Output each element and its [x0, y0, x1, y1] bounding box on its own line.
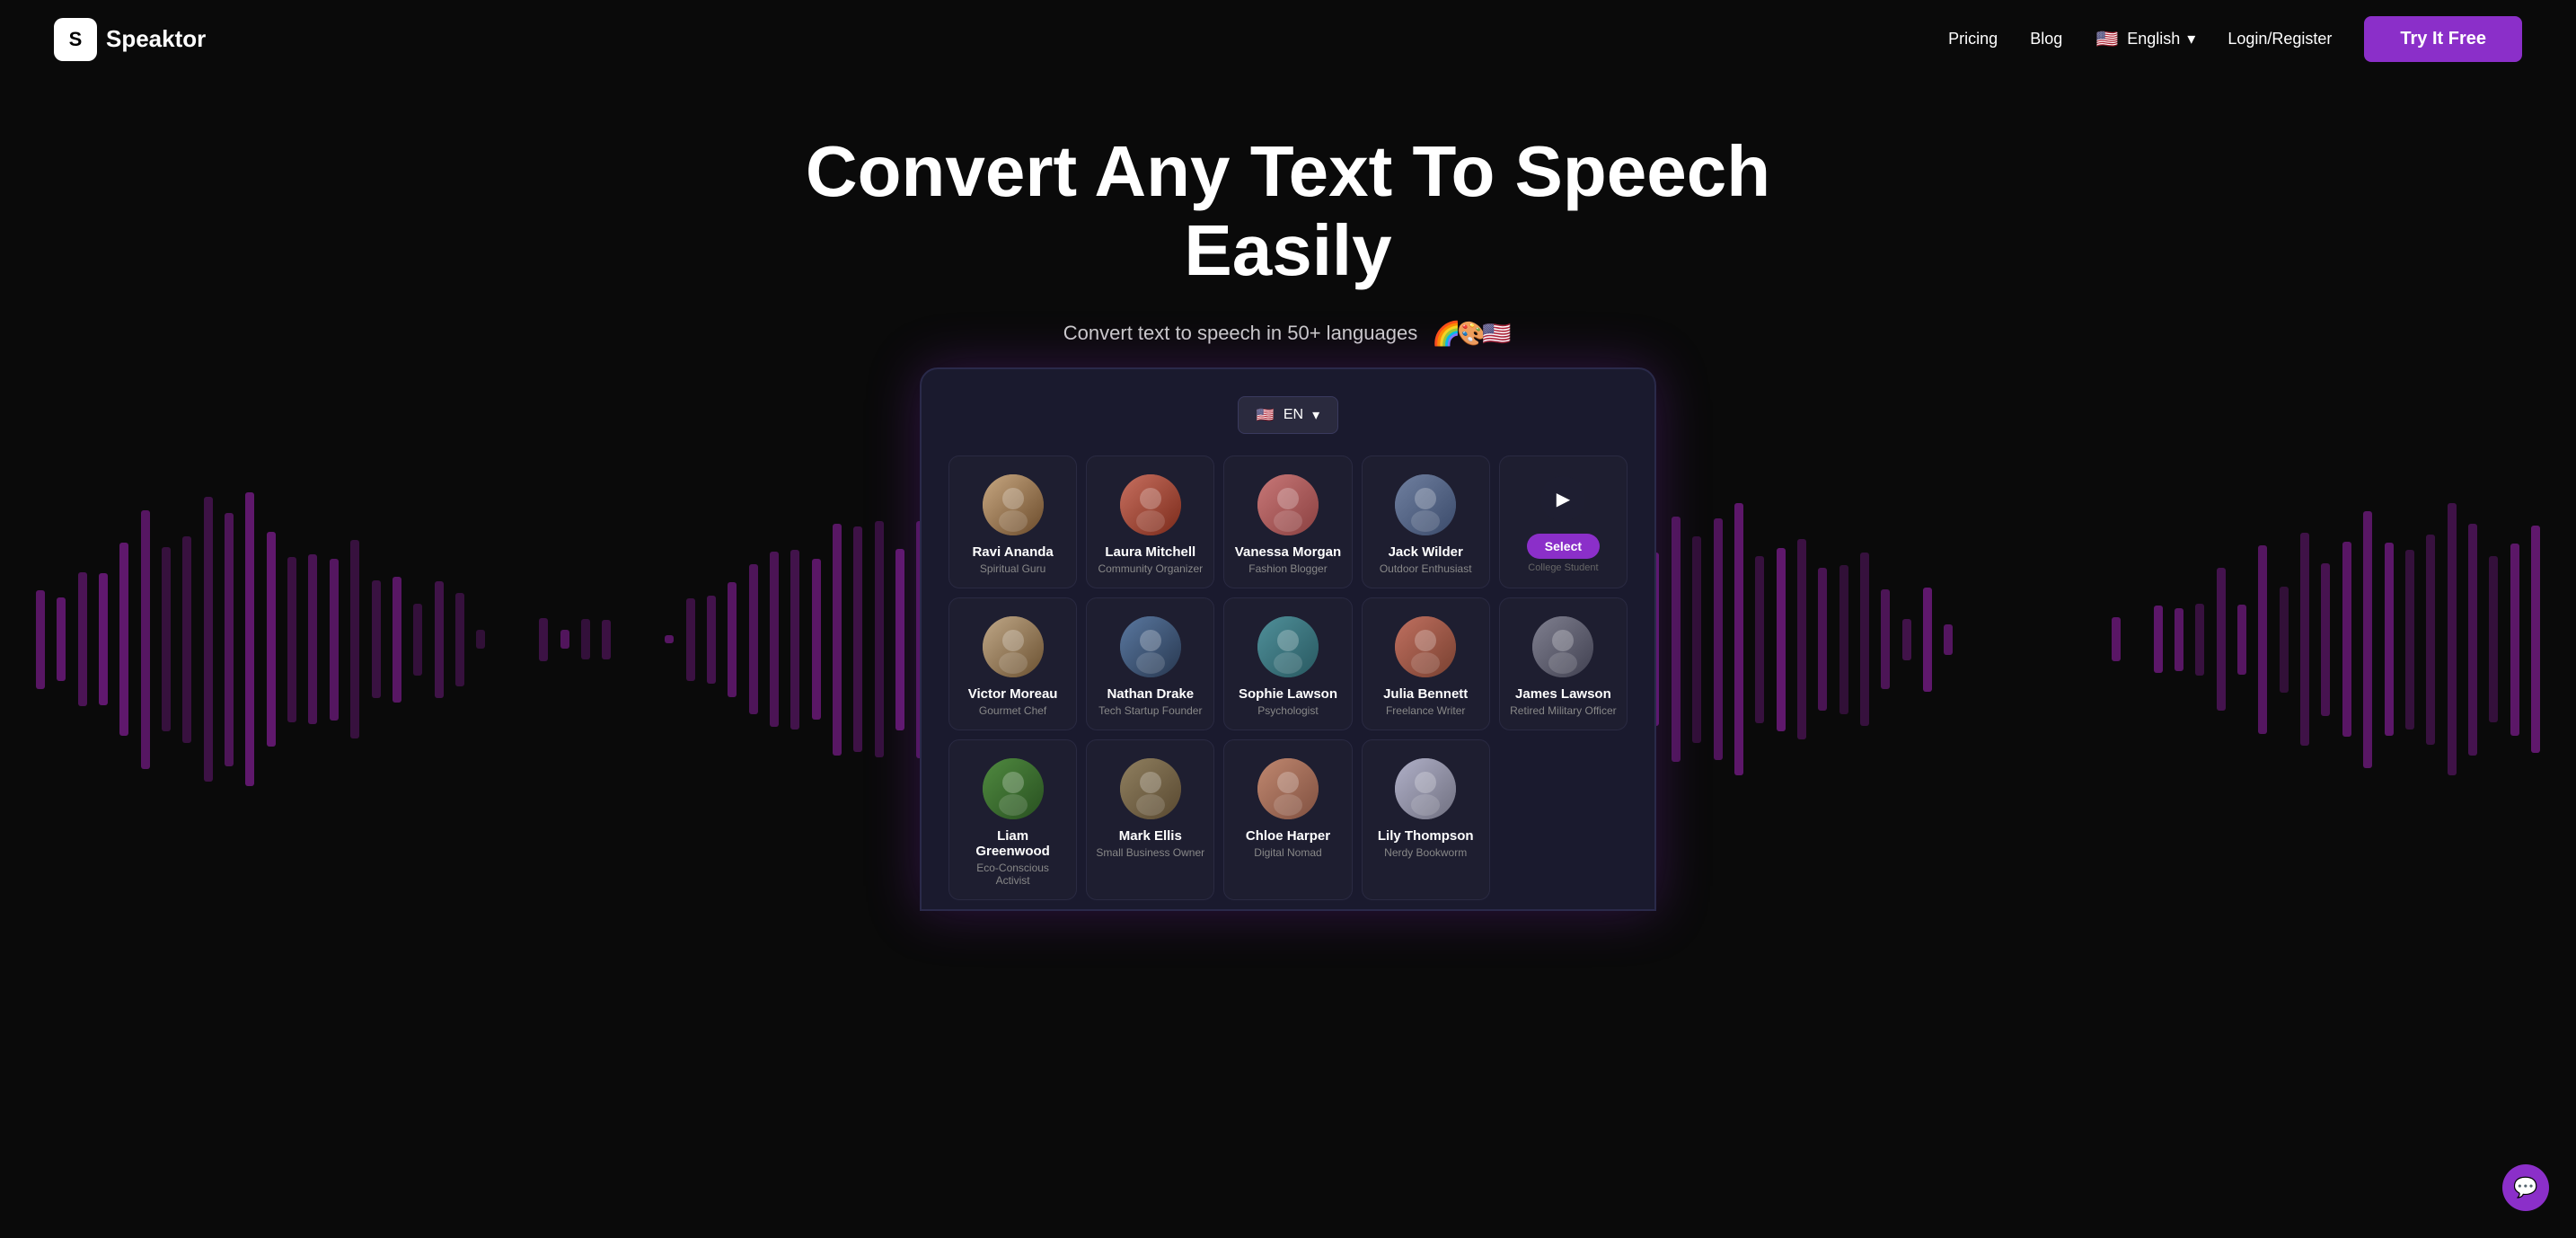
hero-section: Convert Any Text To Speech Easily Conver…: [0, 78, 2576, 349]
avatar-liam: [983, 758, 1044, 819]
chevron-down-icon: ▾: [2187, 30, 2195, 49]
select-card-label: College Student: [1528, 562, 1598, 573]
language-selector[interactable]: 🇺🇸 English ▾: [2095, 27, 2195, 52]
voice-role-mark: Small Business Owner: [1096, 846, 1204, 859]
chat-icon: 💬: [2513, 1176, 2537, 1199]
avatar-lily: [1395, 758, 1456, 819]
voice-card-lily[interactable]: Lily Thompson Nerdy Bookworm: [1362, 739, 1490, 900]
chat-bubble[interactable]: 💬: [2502, 1164, 2549, 1211]
voice-name-vanessa: Vanessa Morgan: [1233, 544, 1342, 560]
voice-card-ravi[interactable]: Ravi Ananda Spiritual Guru: [948, 455, 1077, 588]
nav-pricing[interactable]: Pricing: [1948, 30, 1998, 49]
avatar-victor: [983, 616, 1044, 677]
navbar: S Speaktor Pricing Blog 🇺🇸 English ▾ Log…: [0, 0, 2576, 78]
try-free-button[interactable]: Try It Free: [2364, 16, 2522, 62]
voice-card-chloe[interactable]: Chloe Harper Digital Nomad: [1223, 739, 1352, 900]
voice-role-ravi: Spiritual Guru: [958, 562, 1067, 575]
voice-card-james[interactable]: James Lawson Retired Military Officer: [1499, 597, 1628, 730]
voice-name-james: James Lawson: [1509, 686, 1618, 702]
hero-subtitle: Convert text to speech in 50+ languages …: [18, 317, 2558, 349]
logo[interactable]: S Speaktor: [54, 18, 206, 61]
voice-grid: Ravi Ananda Spiritual Guru Laura Mitchel…: [948, 455, 1628, 909]
voice-name-chloe: Chloe Harper: [1233, 828, 1342, 844]
voice-name-liam: Liam Greenwood: [958, 828, 1067, 859]
avatar-chloe: [1257, 758, 1319, 819]
voice-card-jack[interactable]: Jack Wilder Outdoor Enthusiast: [1362, 455, 1490, 588]
avatar-vanessa: [1257, 474, 1319, 535]
flag-icon: 🇺🇸: [2095, 27, 2120, 52]
voice-role-lily: Nerdy Bookworm: [1372, 846, 1480, 859]
voice-card-nathan[interactable]: Nathan Drake Tech Startup Founder: [1086, 597, 1214, 730]
voice-name-sophie: Sophie Lawson: [1233, 686, 1342, 702]
language-label: English: [2127, 30, 2180, 49]
voice-card-mark[interactable]: Mark Ellis Small Business Owner: [1086, 739, 1214, 900]
device-flag: 🇺🇸: [1257, 406, 1275, 424]
device-lang-label: EN: [1284, 407, 1303, 423]
brand-name: Speaktor: [106, 25, 206, 53]
nav-blog[interactable]: Blog: [2030, 30, 2062, 49]
device-frame: 🇺🇸 EN ▾ Ravi Ananda Spiritual Guru: [920, 367, 1656, 911]
voice-card-laura[interactable]: Laura Mitchell Community Organizer: [1086, 455, 1214, 588]
voice-card-vanessa[interactable]: Vanessa Morgan Fashion Blogger: [1223, 455, 1352, 588]
voice-card-julia[interactable]: Julia Bennett Freelance Writer: [1362, 597, 1490, 730]
device-language-button[interactable]: 🇺🇸 EN ▾: [1238, 396, 1338, 434]
voice-role-sophie: Psychologist: [1233, 704, 1342, 717]
nav-links: Pricing Blog 🇺🇸 English ▾ Login/Register…: [1948, 16, 2522, 62]
avatar-laura: [1120, 474, 1181, 535]
avatar-nathan: [1120, 616, 1181, 677]
voice-role-jack: Outdoor Enthusiast: [1372, 562, 1480, 575]
voice-role-julia: Freelance Writer: [1372, 704, 1480, 717]
voice-role-chloe: Digital Nomad: [1233, 846, 1342, 859]
avatar-mark: [1120, 758, 1181, 819]
avatar-sophie: [1257, 616, 1319, 677]
avatar-julia: [1395, 616, 1456, 677]
voice-name-jack: Jack Wilder: [1372, 544, 1480, 560]
voice-role-liam: Eco-Conscious Activist: [958, 862, 1067, 887]
voice-card-select[interactable]: ▶ Select College Student: [1499, 455, 1628, 588]
avatar-jack: [1395, 474, 1456, 535]
voice-name-lily: Lily Thompson: [1372, 828, 1480, 844]
voice-name-ravi: Ravi Ananda: [958, 544, 1067, 560]
hero-title: Convert Any Text To Speech Easily: [794, 132, 1782, 290]
voice-card-liam[interactable]: Liam Greenwood Eco-Conscious Activist: [948, 739, 1077, 900]
voice-card-sophie[interactable]: Sophie Lawson Psychologist: [1223, 597, 1352, 730]
nav-login[interactable]: Login/Register: [2228, 30, 2332, 49]
avatar-ravi: [983, 474, 1044, 535]
voice-card-victor[interactable]: Victor Moreau Gourmet Chef: [948, 597, 1077, 730]
device-lang-selector: 🇺🇸 EN ▾: [948, 396, 1628, 434]
logo-box: S: [54, 18, 97, 61]
voice-name-nathan: Nathan Drake: [1096, 686, 1204, 702]
voice-role-victor: Gourmet Chef: [958, 704, 1067, 717]
flag-group: 🌈 🎨 🇺🇸: [1430, 317, 1513, 349]
voice-name-laura: Laura Mitchell: [1096, 544, 1204, 560]
voice-name-victor: Victor Moreau: [958, 686, 1067, 702]
avatar-james: [1532, 616, 1593, 677]
voice-name-mark: Mark Ellis: [1096, 828, 1204, 844]
voice-role-nathan: Tech Startup Founder: [1096, 704, 1204, 717]
voice-name-julia: Julia Bennett: [1372, 686, 1480, 702]
voice-role-laura: Community Organizer: [1096, 562, 1204, 575]
voice-role-james: Retired Military Officer: [1509, 704, 1618, 717]
play-button-overlay: ▶: [1540, 476, 1585, 521]
logo-letter: S: [69, 28, 83, 51]
voice-role-vanessa: Fashion Blogger: [1233, 562, 1342, 575]
flag-us: 🇺🇸: [1480, 317, 1513, 349]
play-icon: ▶: [1557, 488, 1570, 510]
select-voice-button[interactable]: Select: [1527, 534, 1600, 559]
waveform-section: 🇺🇸 EN ▾ Ravi Ananda Spiritual Guru: [0, 367, 2576, 911]
device-chevron-icon: ▾: [1312, 406, 1319, 424]
